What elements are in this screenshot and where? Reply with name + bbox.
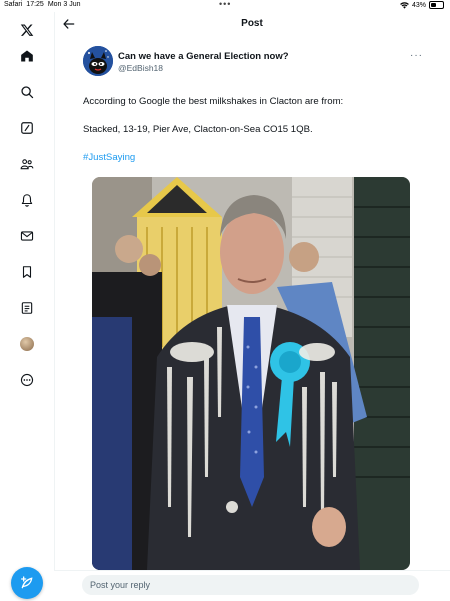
reply-bar: [54, 570, 450, 601]
reply-input[interactable]: [82, 575, 419, 595]
post-text-line-1: According to Google the best milkshakes …: [83, 96, 344, 107]
search-icon[interactable]: [15, 80, 39, 104]
author-avatar[interactable]: [83, 46, 113, 76]
post-photo[interactable]: [92, 177, 410, 570]
status-date: Mon 3 Jun: [47, 1, 81, 8]
x-logo-icon[interactable]: [15, 18, 39, 42]
post-more-button[interactable]: ···: [410, 50, 423, 61]
avatar: [20, 337, 34, 351]
multitask-dots[interactable]: •••: [219, 0, 231, 9]
compose-post-button[interactable]: [11, 567, 43, 599]
messages-icon[interactable]: [15, 224, 39, 248]
wifi-icon: [400, 1, 409, 9]
author-handle[interactable]: @EdBish18: [118, 63, 163, 73]
status-bar: Safari 17:25 Mon 3 Jun ••• 43%: [0, 0, 450, 12]
page-title: Post: [241, 18, 263, 29]
battery-icon: [429, 1, 444, 9]
home-icon[interactable]: [15, 44, 39, 68]
post-header: Post: [54, 12, 450, 38]
status-time: 17:25: [26, 1, 44, 8]
bookmarks-icon[interactable]: [15, 260, 39, 284]
feather-plus-icon: [21, 576, 33, 589]
grok-icon[interactable]: [15, 116, 39, 140]
post-text-line-2: Stacked, 13-19, Pier Ave, Clacton-on-Sea…: [83, 124, 313, 135]
notifications-icon[interactable]: [15, 188, 39, 212]
more-icon[interactable]: [15, 368, 39, 392]
sidebar: [0, 12, 55, 600]
battery-percent: 43%: [411, 1, 426, 9]
status-app: Safari: [4, 1, 23, 8]
author-name[interactable]: Can we have a General Election now?: [118, 51, 289, 62]
lists-icon[interactable]: [15, 296, 39, 320]
hashtag-link[interactable]: #JustSaying: [83, 152, 135, 163]
communities-icon[interactable]: [15, 152, 39, 176]
profile-avatar[interactable]: [15, 332, 39, 356]
